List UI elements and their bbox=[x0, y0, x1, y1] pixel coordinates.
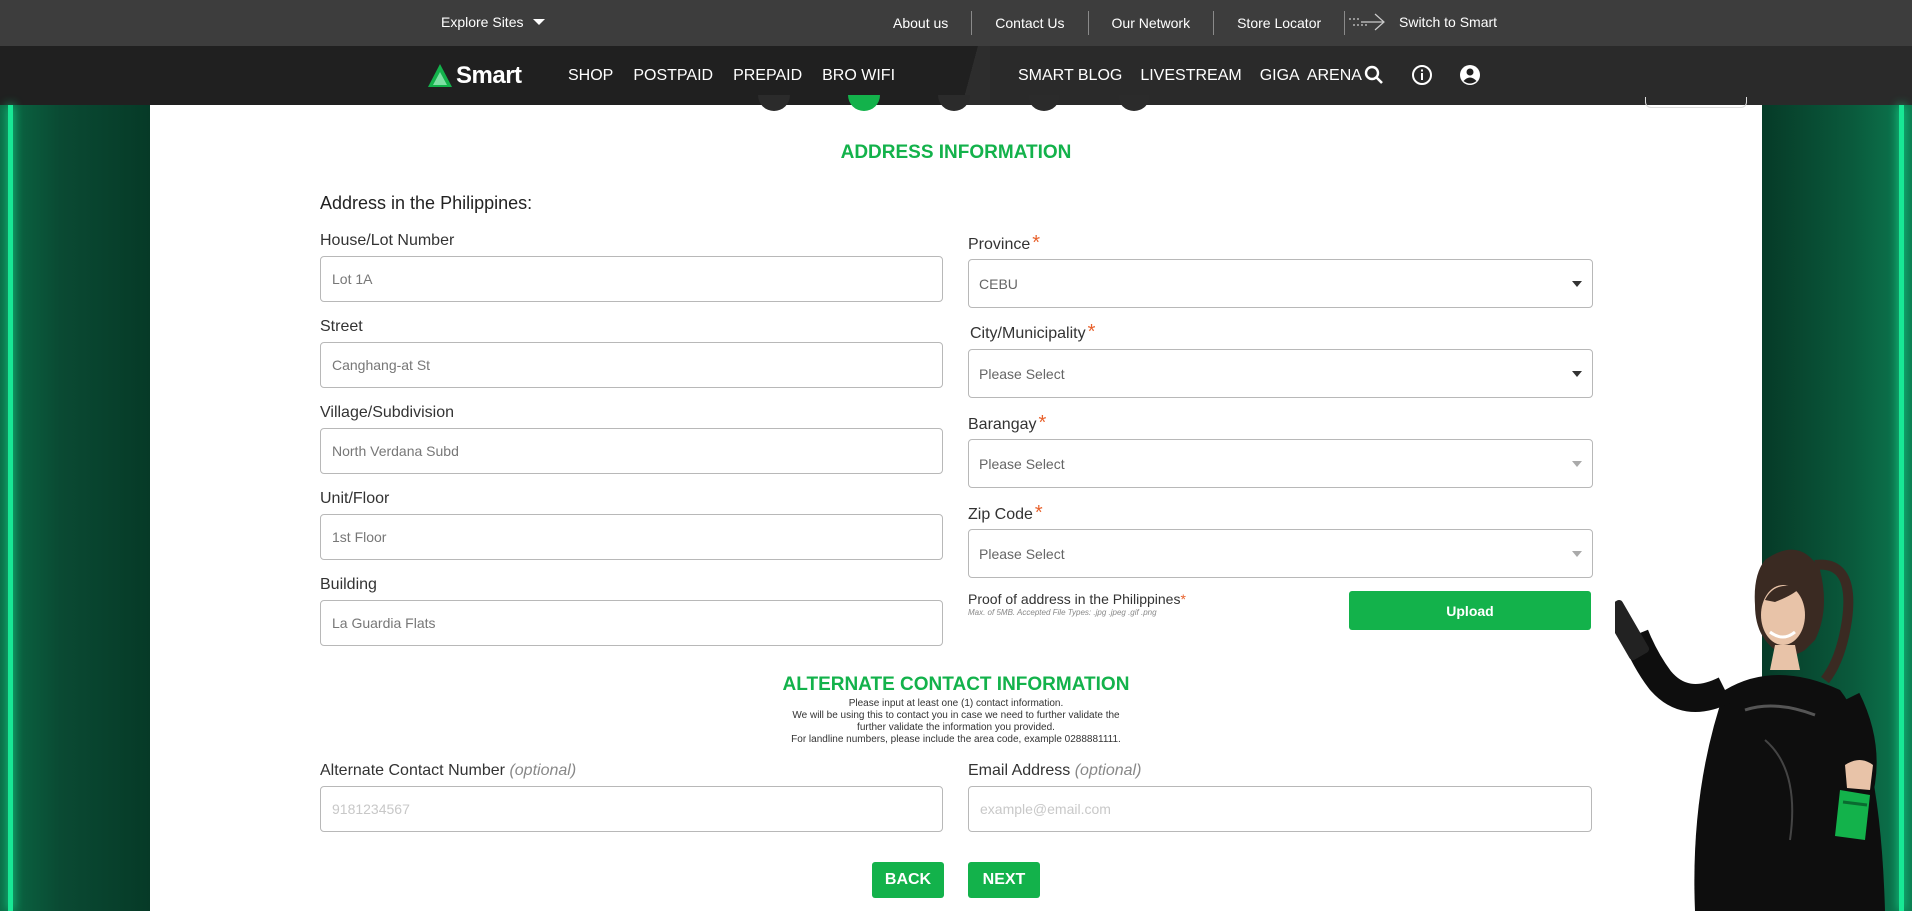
note-line: For landline numbers, please include the… bbox=[791, 734, 1121, 745]
store-locator-link[interactable]: Store Locator bbox=[1214, 11, 1346, 35]
search-icon[interactable] bbox=[1362, 62, 1386, 88]
street-input[interactable]: Canghang-at St bbox=[320, 342, 943, 388]
alternate-section-title: ALTERNATE CONTACT INFORMATION bbox=[782, 674, 1130, 695]
switch-to-smart-link[interactable]: Switch to Smart bbox=[1347, 11, 1497, 33]
info-icon[interactable] bbox=[1410, 62, 1434, 88]
form-panel: ADDRESS INFORMATION Address in the Phili… bbox=[150, 95, 1762, 911]
nav-prepaid[interactable]: PREPAID bbox=[733, 67, 802, 85]
proof-of-address-label: Proof of address in the Philippines* bbox=[968, 591, 1186, 607]
back-button[interactable]: BACK bbox=[872, 862, 944, 898]
email-input[interactable]: example@email.com bbox=[968, 786, 1592, 832]
step-4[interactable] bbox=[1028, 95, 1060, 111]
nav-smart-blog[interactable]: SMART BLOG bbox=[1018, 67, 1122, 85]
brand-model-image bbox=[1615, 549, 1885, 911]
city-label-text: City/Municipality bbox=[970, 325, 1086, 342]
note-line: Please input at least one (1) contact in… bbox=[848, 698, 1064, 709]
zip-label-text: Zip Code bbox=[968, 506, 1033, 523]
smart-logo[interactable]: Smart bbox=[427, 62, 522, 90]
email-label-text: Email Address bbox=[968, 762, 1071, 779]
nav-livestream[interactable]: LIVESTREAM bbox=[1140, 67, 1241, 85]
nav-shop[interactable]: SHOP bbox=[568, 67, 613, 85]
required-mark: * bbox=[1034, 502, 1043, 524]
address-heading: Address in the Philippines: bbox=[320, 193, 533, 213]
proof-label-text: Proof of address in the Philippines bbox=[968, 591, 1181, 607]
street-label: Street bbox=[320, 318, 363, 335]
required-mark: * bbox=[1180, 591, 1186, 607]
province-label-text: Province bbox=[968, 236, 1031, 253]
logo-text: Smart bbox=[456, 62, 522, 89]
house-input[interactable]: Lot 1A bbox=[320, 256, 943, 302]
barangay-label: Barangay * bbox=[968, 412, 1046, 435]
city-label: City/Municipality * bbox=[970, 321, 1095, 344]
optional-tag: (optional) bbox=[509, 762, 577, 779]
village-input[interactable]: North Verdana Subd bbox=[320, 428, 943, 474]
left-neon-stripe bbox=[8, 105, 13, 911]
zip-select[interactable]: Please Select bbox=[968, 529, 1593, 578]
barangay-label-text: Barangay bbox=[968, 416, 1037, 433]
upload-button[interactable]: Upload bbox=[1349, 591, 1591, 630]
chevron-down-icon bbox=[1572, 460, 1582, 467]
unit-label: Unit/Floor bbox=[320, 490, 390, 507]
building-input[interactable]: La Guardia Flats bbox=[320, 600, 943, 646]
nav-giga-arena[interactable]: GIGA ARENA bbox=[1260, 67, 1362, 85]
optional-tag: (optional) bbox=[1074, 762, 1142, 779]
nav-right-menu: SMART BLOG LIVESTREAM GIGA ARENA bbox=[1018, 46, 1362, 105]
note-line: We will be using this to contact you in … bbox=[792, 710, 1120, 721]
barangay-value: Please Select bbox=[979, 455, 1065, 472]
contact-number-input[interactable]: 9181234567 bbox=[320, 786, 943, 832]
zip-label: Zip Code * bbox=[968, 502, 1043, 525]
explore-sites-dropdown[interactable]: Explore Sites bbox=[441, 14, 546, 30]
unit-input[interactable]: 1st Floor bbox=[320, 514, 943, 560]
top-links: About us Contact Us Our Network Store Lo… bbox=[870, 0, 1346, 46]
barangay-select[interactable]: Please Select bbox=[968, 439, 1593, 488]
province-value: CEBU bbox=[979, 275, 1018, 292]
province-label: Province * bbox=[968, 232, 1040, 255]
address-section-title: ADDRESS INFORMATION bbox=[840, 142, 1072, 163]
zip-value: Please Select bbox=[979, 545, 1065, 562]
building-label: Building bbox=[320, 576, 377, 593]
switch-arrow-icon bbox=[1349, 13, 1385, 31]
chevron-down-icon bbox=[1572, 550, 1582, 557]
contact-label-text: Alternate Contact Number bbox=[320, 762, 505, 779]
house-label: House/Lot Number bbox=[320, 232, 455, 249]
step-5[interactable] bbox=[1118, 95, 1150, 111]
required-mark: * bbox=[1087, 321, 1096, 343]
contact-number-label: Alternate Contact Number (optional) bbox=[320, 762, 576, 780]
required-mark: * bbox=[1038, 412, 1047, 434]
next-button[interactable]: NEXT bbox=[968, 862, 1040, 898]
nav-postpaid[interactable]: POSTPAID bbox=[633, 67, 713, 85]
email-label: Email Address (optional) bbox=[968, 762, 1141, 780]
chevron-down-icon bbox=[1572, 280, 1582, 287]
smart-logo-icon bbox=[428, 64, 452, 87]
account-icon[interactable] bbox=[1458, 62, 1482, 88]
caret-down-icon bbox=[533, 19, 546, 25]
switch-to-smart-label: Switch to Smart bbox=[1399, 14, 1498, 30]
nav-left-menu: SHOP POSTPAID PREPAID BRO WIFI bbox=[568, 46, 895, 105]
about-us-link[interactable]: About us bbox=[870, 11, 973, 35]
chevron-down-icon bbox=[1572, 370, 1582, 377]
explore-sites-label: Explore Sites bbox=[441, 14, 524, 30]
note-line: further validate the information you pro… bbox=[857, 722, 1055, 733]
nav-icons bbox=[1362, 62, 1482, 88]
our-network-link[interactable]: Our Network bbox=[1089, 11, 1215, 35]
step-1[interactable] bbox=[758, 95, 790, 111]
panel-tab bbox=[1645, 97, 1747, 108]
step-3[interactable] bbox=[938, 95, 970, 111]
city-select[interactable]: Please Select bbox=[968, 349, 1593, 398]
required-mark: * bbox=[1032, 232, 1041, 254]
alternate-notes: Please input at least one (1) contact in… bbox=[150, 698, 1762, 746]
step-2-active[interactable] bbox=[848, 95, 880, 111]
nav-bro-wifi[interactable]: BRO WIFI bbox=[822, 67, 895, 85]
village-label: Village/Subdivision bbox=[320, 404, 455, 421]
contact-us-link[interactable]: Contact Us bbox=[972, 11, 1089, 35]
province-select[interactable]: CEBU bbox=[968, 259, 1593, 308]
progress-stepper bbox=[150, 95, 1762, 113]
left-background-art bbox=[0, 105, 150, 911]
top-utility-bar: Explore Sites About us Contact Us Our Ne… bbox=[0, 0, 1912, 46]
proof-file-note: Max. of 5MB. Accepted File Types: .jpg .… bbox=[968, 608, 1157, 617]
city-value: Please Select bbox=[979, 365, 1065, 382]
